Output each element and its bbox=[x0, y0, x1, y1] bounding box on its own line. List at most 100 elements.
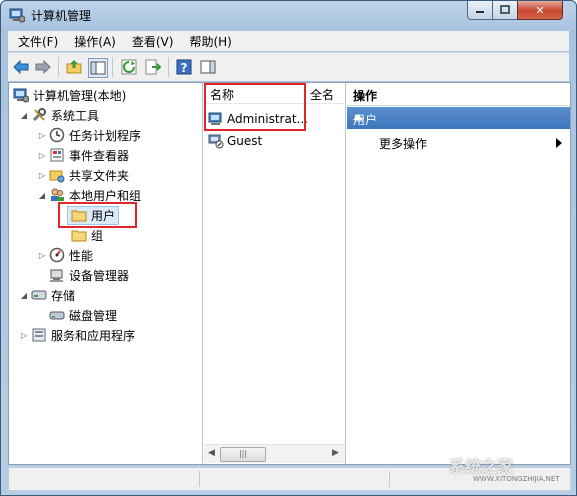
tree-item-label: 任务计划程序 bbox=[69, 128, 142, 143]
help-icon: ? bbox=[176, 59, 192, 75]
toolbar-separator bbox=[112, 57, 113, 77]
window-title: 计算机管理 bbox=[31, 9, 92, 23]
content-area: 计算机管理(本地) ◢ 系统工具 ▷ 任务计划程序 ▷ 事件查看器 ▷ 共享文件… bbox=[8, 82, 571, 465]
expanded-arrow-icon[interactable]: ◢ bbox=[37, 191, 47, 200]
maximize-icon bbox=[500, 5, 510, 14]
tree-item-label: 计算机管理(本地) bbox=[33, 88, 127, 103]
services-icon bbox=[31, 327, 47, 343]
toolbar-separator bbox=[168, 57, 169, 77]
status-separator bbox=[199, 471, 200, 487]
tree-item-root[interactable]: 计算机管理(本地) bbox=[13, 86, 126, 104]
tree-item-label: 性能 bbox=[69, 248, 94, 263]
tree-item-label: 用户 bbox=[91, 208, 116, 223]
up-folder-icon bbox=[66, 60, 82, 74]
menu-view[interactable]: 查看(V) bbox=[126, 33, 180, 50]
up-button[interactable] bbox=[65, 58, 83, 76]
minimize-button[interactable] bbox=[467, 1, 493, 20]
refresh-button[interactable] bbox=[120, 58, 138, 76]
refresh-icon bbox=[121, 59, 137, 75]
user-list: 名称 全名 Administrat... Guest ◀ ||| ▶ bbox=[204, 83, 346, 464]
tree-item-storage[interactable]: ◢ 存储 bbox=[19, 286, 75, 304]
submenu-arrow-icon[interactable] bbox=[556, 138, 562, 148]
column-divider[interactable] bbox=[304, 85, 305, 102]
collapsed-arrow-icon[interactable]: ▷ bbox=[37, 171, 47, 180]
actions-title: 操作 bbox=[353, 89, 378, 103]
tree-item-system-tools[interactable]: ◢ 系统工具 bbox=[19, 106, 99, 124]
list-item[interactable]: Administrat... bbox=[208, 110, 308, 128]
horizontal-scrollbar[interactable]: ◀ ||| ▶ bbox=[204, 444, 345, 463]
scroll-thumb[interactable]: ||| bbox=[220, 447, 266, 462]
tools-icon bbox=[31, 107, 47, 123]
tree-item-users[interactable]: 用户 bbox=[67, 205, 120, 225]
column-header-name[interactable]: 名称 bbox=[210, 86, 234, 103]
tree-item-task-scheduler[interactable]: ▷ 任务计划程序 bbox=[37, 126, 141, 144]
collapsed-arrow-icon[interactable]: ▷ bbox=[19, 331, 29, 340]
computer-management-icon bbox=[13, 87, 29, 103]
menu-help[interactable]: 帮助(H) bbox=[183, 33, 237, 50]
maximize-button[interactable] bbox=[492, 1, 518, 20]
expanded-arrow-icon[interactable]: ◢ bbox=[19, 111, 29, 120]
show-hide-tree-button[interactable] bbox=[88, 58, 108, 78]
tree-item-disk-management[interactable]: 磁盘管理 bbox=[49, 306, 117, 324]
forward-button[interactable] bbox=[34, 58, 52, 76]
list-header: 名称 全名 bbox=[204, 83, 345, 104]
disk-icon bbox=[49, 307, 65, 323]
expanded-arrow-icon[interactable]: ◢ bbox=[19, 291, 29, 300]
list-item-label: Guest bbox=[227, 134, 263, 148]
status-separator bbox=[389, 471, 390, 487]
shared-folder-icon bbox=[49, 167, 65, 183]
export-list-button[interactable] bbox=[144, 58, 162, 76]
export-list-icon bbox=[145, 59, 161, 75]
tree-item-label: 系统工具 bbox=[51, 108, 100, 123]
tree-item-groups[interactable]: 组 bbox=[71, 226, 103, 244]
computer-management-window: 计算机管理 ✕ 文件(F) 操作(A) 查看(V) 帮助(H) ? 计算机管理(… bbox=[0, 0, 577, 496]
action-pane-icon bbox=[200, 60, 216, 74]
action-pane-button[interactable] bbox=[199, 58, 217, 76]
list-item-label: Administrat... bbox=[227, 112, 308, 126]
help-button[interactable]: ? bbox=[175, 58, 193, 76]
collapsed-arrow-icon[interactable]: ▷ bbox=[37, 151, 47, 160]
more-actions-item[interactable]: 更多操作 bbox=[379, 135, 427, 152]
svg-text:?: ? bbox=[181, 61, 188, 75]
collapsed-arrow-icon[interactable]: ▷ bbox=[37, 251, 47, 260]
watermark-logo: 系统之家 bbox=[449, 457, 514, 476]
actions-pane: 操作 用户 更多操作 bbox=[347, 83, 570, 464]
tree-item-label: 共享文件夹 bbox=[69, 168, 130, 183]
toolbar-separator bbox=[58, 57, 59, 77]
scroll-left-icon[interactable]: ◀ bbox=[208, 448, 215, 458]
show-hide-tree-icon bbox=[90, 61, 106, 75]
users-group-icon bbox=[49, 187, 65, 203]
storage-icon bbox=[31, 287, 47, 303]
menu-bar: 文件(F) 操作(A) 查看(V) 帮助(H) bbox=[8, 31, 569, 51]
menu-action[interactable]: 操作(A) bbox=[68, 33, 122, 50]
collapse-up-icon[interactable] bbox=[353, 114, 363, 120]
performance-icon bbox=[49, 247, 65, 263]
minimize-icon bbox=[476, 11, 484, 13]
collapsed-arrow-icon[interactable]: ▷ bbox=[37, 131, 47, 140]
actions-section-users[interactable]: 用户 bbox=[347, 107, 570, 129]
close-button[interactable]: ✕ bbox=[517, 1, 563, 20]
actions-header: 操作 bbox=[347, 83, 570, 106]
tree-item-performance[interactable]: ▷ 性能 bbox=[37, 246, 93, 264]
tree-item-label: 服务和应用程序 bbox=[51, 328, 136, 343]
user-account-icon bbox=[208, 111, 224, 127]
tree-item-services-apps[interactable]: ▷ 服务和应用程序 bbox=[19, 326, 135, 344]
folder-icon bbox=[71, 207, 87, 223]
tree-item-device-manager[interactable]: 设备管理器 bbox=[49, 266, 129, 284]
title-bar[interactable]: 计算机管理 ✕ bbox=[1, 1, 576, 29]
list-item[interactable]: Guest bbox=[208, 132, 262, 150]
column-header-fullname[interactable]: 全名 bbox=[310, 86, 334, 103]
tree-item-label: 本地用户和组 bbox=[69, 188, 142, 203]
tree-item-label: 事件查看器 bbox=[69, 148, 130, 163]
tree-item-shared-folders[interactable]: ▷ 共享文件夹 bbox=[37, 166, 129, 184]
folder-icon bbox=[71, 227, 87, 243]
back-button[interactable] bbox=[12, 58, 30, 76]
menu-file[interactable]: 文件(F) bbox=[12, 33, 64, 50]
scroll-right-icon[interactable]: ▶ bbox=[332, 448, 339, 458]
tree-item-local-users-groups[interactable]: ◢ 本地用户和组 bbox=[37, 186, 141, 204]
tree-item-label: 设备管理器 bbox=[69, 268, 130, 283]
clock-icon bbox=[49, 127, 65, 143]
selected-users-node[interactable]: 用户 bbox=[67, 205, 120, 225]
tree-item-label: 组 bbox=[91, 228, 104, 243]
tree-item-event-viewer[interactable]: ▷ 事件查看器 bbox=[37, 146, 129, 164]
